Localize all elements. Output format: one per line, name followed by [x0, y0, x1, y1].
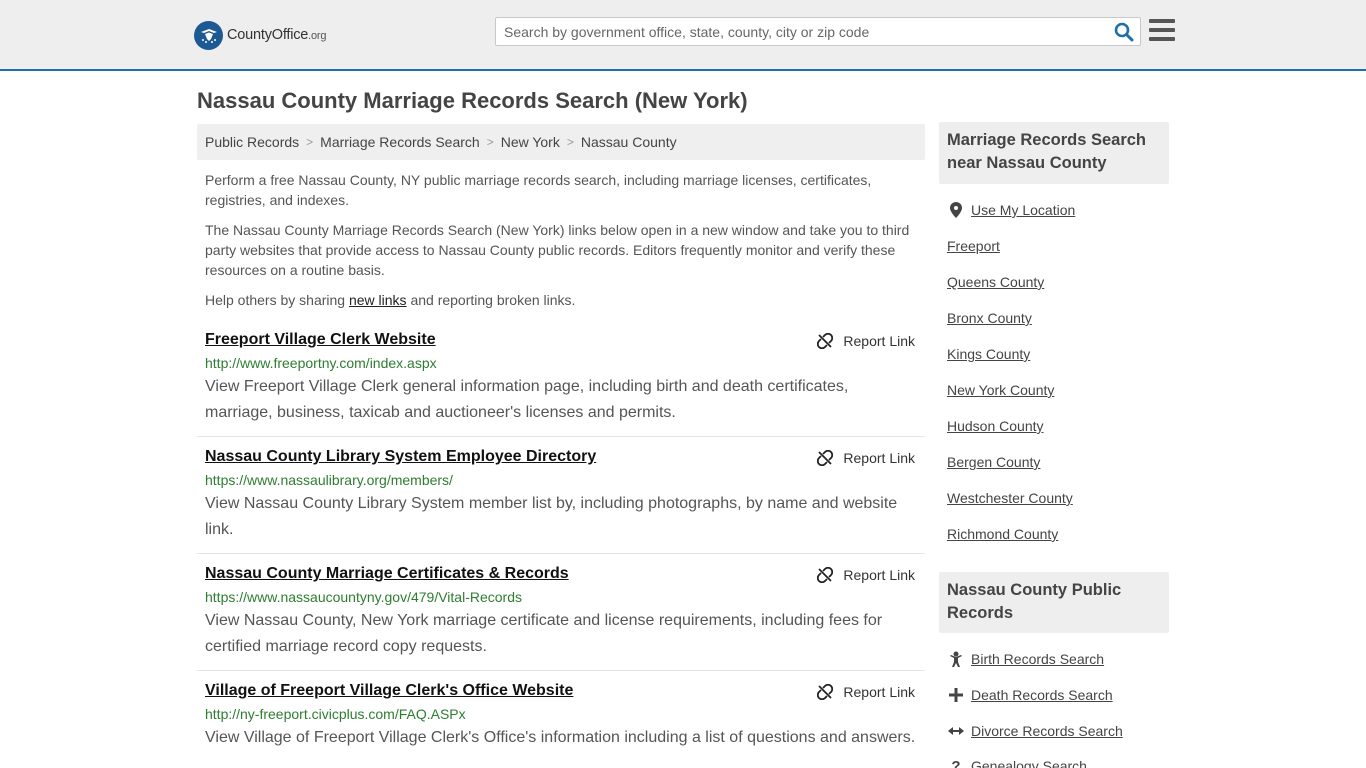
search-input[interactable]	[496, 18, 1106, 45]
report-link-button[interactable]: Report Link	[817, 684, 915, 700]
cross-icon	[947, 686, 965, 704]
logo-text: CountyOffice.org	[227, 27, 327, 43]
birth-records-search-link[interactable]: Birth Records Search	[971, 651, 1104, 667]
new-links-link[interactable]: new links	[349, 292, 407, 308]
report-link-label: Report Link	[843, 333, 915, 349]
broken-link-icon	[817, 333, 834, 349]
logo-seal-icon	[194, 20, 223, 50]
logo-tld: .org	[308, 30, 327, 42]
breadcrumb: Public Records > Marriage Records Search…	[197, 124, 925, 160]
genealogy-search-link[interactable]: Genealogy Search	[971, 758, 1087, 768]
result-title-link[interactable]: Village of Freeport Village Clerk's Offi…	[205, 682, 573, 700]
divider	[197, 553, 925, 554]
divorce-records-search-link[interactable]: Divorce Records Search	[971, 723, 1123, 739]
nearby-link-bergen-county[interactable]: Bergen County	[947, 454, 1040, 470]
nearby-link-richmond-county[interactable]: Richmond County	[947, 526, 1058, 542]
intro-text: Help others by sharing	[205, 292, 349, 308]
nearby-link-kings-county[interactable]: Kings County	[947, 346, 1030, 362]
question-icon: ?	[951, 757, 961, 768]
result-item: Village of Freeport Village Clerk's Offi…	[197, 682, 925, 768]
arrows-horizontal-icon	[947, 722, 965, 740]
intro-paragraph-1: Perform a free Nassau County, NY public …	[205, 172, 872, 208]
page-title: Nassau County Marriage Records Search (N…	[197, 88, 748, 113]
result-title-link[interactable]: Freeport Village Clerk Website	[205, 331, 436, 349]
top-header: CountyOffice.org	[0, 0, 1366, 71]
chevron-right-icon: >	[306, 135, 314, 149]
result-item: Nassau County Marriage Certificates & Re…	[197, 565, 925, 665]
divider	[197, 670, 925, 671]
result-description: View Nassau County Library System member…	[205, 495, 898, 538]
death-records-search-link[interactable]: Death Records Search	[971, 687, 1113, 703]
result-item: Nassau County Library System Employee Di…	[197, 448, 925, 548]
result-title-link[interactable]: Nassau County Library System Employee Di…	[205, 448, 596, 466]
result-url: https://www.nassaucountyny.gov/479/Vital…	[205, 589, 522, 605]
breadcrumb-public-records[interactable]: Public Records	[205, 134, 299, 150]
report-link-button[interactable]: Report Link	[817, 333, 915, 349]
report-link-label: Report Link	[843, 450, 915, 466]
intro-paragraph-3: Help others by sharing new links and rep…	[205, 290, 917, 310]
nearby-link-queens-county[interactable]: Queens County	[947, 274, 1044, 290]
baby-icon	[947, 650, 965, 668]
map-pin-icon	[947, 201, 965, 219]
report-link-button[interactable]: Report Link	[817, 567, 915, 583]
report-link-label: Report Link	[843, 567, 915, 583]
result-description: View Freeport Village Clerk general info…	[205, 378, 849, 421]
result-url: http://ny-freeport.civicplus.com/FAQ.ASP…	[205, 706, 466, 722]
site-logo[interactable]: CountyOffice.org	[194, 19, 327, 51]
broken-link-icon	[817, 567, 834, 583]
chevron-right-icon: >	[486, 135, 494, 149]
broken-link-icon	[817, 450, 834, 466]
divider	[197, 436, 925, 437]
result-url: https://www.nassaulibrary.org/members/	[205, 472, 453, 488]
search-icon[interactable]	[1114, 22, 1134, 42]
result-description: View Village of Freeport Village Clerk's…	[205, 729, 916, 746]
search-box	[495, 17, 1141, 46]
nearby-heading: Marriage Records Search near Nassau Coun…	[939, 122, 1169, 184]
hamburger-menu-icon[interactable]	[1149, 19, 1175, 43]
result-description: View Nassau County, New York marriage ce…	[205, 612, 883, 655]
nearby-link-hudson-county[interactable]: Hudson County	[947, 418, 1044, 434]
result-item: Freeport Village Clerk Website Report Li…	[197, 331, 925, 431]
logo-brand: CountyOffice	[227, 27, 309, 43]
nearby-link-westchester-county[interactable]: Westchester County	[947, 490, 1073, 506]
intro-paragraph-2: The Nassau County Marriage Records Searc…	[205, 222, 910, 278]
report-link-label: Report Link	[843, 684, 915, 700]
public-records-heading: Nassau County Public Records	[939, 572, 1169, 633]
report-link-button[interactable]: Report Link	[817, 450, 915, 466]
broken-link-icon	[817, 684, 834, 700]
result-title-link[interactable]: Nassau County Marriage Certificates & Re…	[205, 565, 569, 583]
breadcrumb-marriage-records-search[interactable]: Marriage Records Search	[320, 134, 480, 150]
result-url: http://www.freeportny.com/index.aspx	[205, 355, 437, 371]
nearby-link-new-york-county[interactable]: New York County	[947, 382, 1054, 398]
nearby-link-freeport[interactable]: Freeport	[947, 238, 1000, 254]
intro-text: and reporting broken links.	[406, 292, 576, 308]
use-my-location-link[interactable]: Use My Location	[971, 202, 1075, 218]
nearby-link-bronx-county[interactable]: Bronx County	[947, 310, 1032, 326]
breadcrumb-new-york[interactable]: New York	[501, 134, 560, 150]
breadcrumb-nassau-county[interactable]: Nassau County	[581, 134, 677, 150]
chevron-right-icon: >	[566, 135, 574, 149]
